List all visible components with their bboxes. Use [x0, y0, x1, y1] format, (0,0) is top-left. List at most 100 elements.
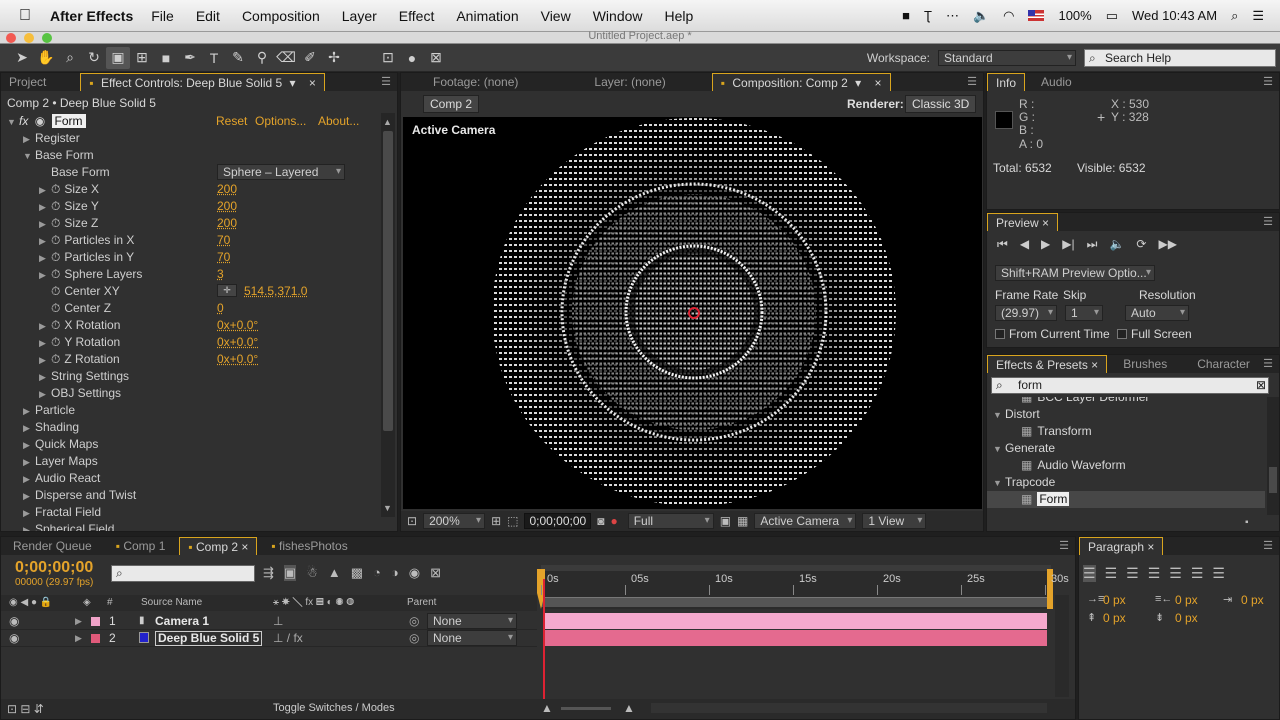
param-value[interactable]: 3	[217, 266, 224, 283]
zoom-slider[interactable]	[561, 707, 611, 710]
param-row[interactable]: ▶ ⏱ Size X 200	[39, 181, 379, 198]
expand-icon[interactable]: ▼	[993, 407, 1005, 424]
effects-close-icon[interactable]: ×	[1091, 358, 1098, 372]
zoom-in-icon[interactable]: ▲	[623, 701, 635, 715]
time-ruler[interactable]: 0s 05s 10s 15s 20s 25s 30s	[537, 565, 1069, 609]
indent-left-value[interactable]: 0 px	[1103, 593, 1126, 607]
effects-scrollbar[interactable]	[1267, 397, 1279, 515]
param-value[interactable]: 0x+0.0°	[217, 351, 258, 368]
last-frame-icon[interactable]: ⏭	[1087, 237, 1098, 252]
toggle-switches-modes-button[interactable]: Toggle Switches / Modes	[273, 702, 395, 714]
current-time-indicator[interactable]	[543, 579, 545, 699]
rotate-tool-icon[interactable]: ↻	[82, 47, 106, 69]
full-screen-option[interactable]: Full Screen	[1117, 327, 1192, 341]
layer-bar-camera-1[interactable]	[545, 613, 1047, 629]
selection-tool-icon[interactable]: ➤	[10, 47, 34, 69]
expand-icon[interactable]: ▶	[39, 318, 51, 335]
reset-link[interactable]: Reset	[216, 113, 247, 130]
param-value[interactable]: 0	[217, 300, 224, 317]
frame-rate-dropdown[interactable]: (29.97)	[995, 305, 1057, 321]
effects-item[interactable]: ▦ Audio Waveform	[987, 457, 1265, 474]
group-row[interactable]: ▶ Layer Maps	[23, 453, 98, 470]
label-color-swatch[interactable]	[91, 634, 100, 643]
comp-mini-flowchart-icon[interactable]: ⇶	[263, 565, 274, 581]
info-menu-icon[interactable]: ☰	[1263, 75, 1273, 88]
param-value[interactable]: 514.5,371.0	[244, 283, 307, 300]
param-row[interactable]: ▶ ⏱ Z Rotation 0x+0.0°	[39, 351, 379, 368]
param-row[interactable]: ▶ ⏱ Size Y 200	[39, 198, 379, 215]
comp-canvas[interactable]: Active Camera	[403, 117, 982, 509]
tab-layer[interactable]: Layer: (none)	[586, 73, 673, 91]
crosshair-target-icon[interactable]: ✛	[217, 284, 237, 297]
param-row[interactable]: ▶ ⏱ Size Z 200	[39, 215, 379, 232]
graph-editor-icon[interactable]: ◑	[391, 565, 399, 581]
color-channel-icon[interactable]: ●	[610, 514, 617, 528]
expand-icon[interactable]: ▶	[23, 471, 35, 488]
effects-item[interactable]: ▦ Transform	[987, 423, 1265, 440]
workspace-dropdown[interactable]: Standard	[938, 49, 1076, 66]
group-row[interactable]: ▶ Spherical Field	[23, 521, 114, 531]
expand-icon[interactable]: ▶	[23, 403, 35, 420]
timeline-vertical-scrollbar[interactable]	[1055, 595, 1069, 697]
more-icon[interactable]: ⋯	[946, 8, 959, 24]
puppet-tool-icon[interactable]: ✢	[322, 47, 346, 69]
menu-file[interactable]: File	[151, 8, 174, 24]
menu-edit[interactable]: Edit	[196, 8, 220, 24]
stopwatch-icon[interactable]: ⏱	[51, 233, 60, 247]
visibility-icon[interactable]: ◉	[9, 613, 19, 629]
visibility-icon[interactable]: ◉	[9, 630, 19, 646]
switches-header-icon[interactable]: ⚹ ☀ ╲ fx ▤ ◐ ◉ ◍	[273, 595, 354, 611]
zoom-out-icon[interactable]: ▲	[541, 701, 553, 715]
work-area-range[interactable]	[541, 597, 1051, 607]
always-preview-icon[interactable]: ⊡	[407, 514, 417, 528]
menu-window[interactable]: Window	[593, 8, 643, 24]
expand-icon[interactable]: ▶	[23, 488, 35, 505]
menu-help[interactable]: Help	[665, 8, 694, 24]
menu-view[interactable]: View	[541, 8, 571, 24]
layer-name[interactable]: Deep Blue Solid 5	[155, 631, 263, 646]
param-value[interactable]: 0x+0.0°	[217, 334, 258, 351]
layer-bar-deep-blue-solid-5[interactable]	[545, 630, 1047, 646]
effect-toggle-icon[interactable]: ◉	[35, 114, 45, 128]
timeline-horizontal-scrollbar[interactable]	[651, 703, 1047, 713]
base-form-dropdown[interactable]: Sphere – Layered	[217, 164, 345, 180]
scroll-thumb[interactable]	[383, 131, 393, 431]
effect-row-form[interactable]: ▼ fx ◉ Form Reset Options... About...	[7, 113, 381, 130]
effects-item[interactable]: ▦ BCC Layer Deformer	[987, 397, 1265, 406]
draft-3d-icon[interactable]: ▣	[283, 565, 297, 581]
panel-menu-icon[interactable]: ☰	[381, 75, 391, 88]
param-value[interactable]: 70	[217, 249, 230, 266]
expand-icon[interactable]: ▶	[23, 505, 35, 522]
full-screen-checkbox[interactable]	[1117, 329, 1127, 339]
tab-effects-presets[interactable]: Effects & Presets ×	[987, 355, 1108, 373]
param-row[interactable]: ⏱ Center Z 0	[39, 300, 379, 317]
play-icon[interactable]: ▶	[1041, 237, 1050, 252]
timeline-close-icon[interactable]: ×	[241, 540, 248, 554]
close-window-button[interactable]	[6, 33, 16, 43]
frame-blending-icon[interactable]: ▲	[328, 565, 341, 581]
effects-scroll-thumb[interactable]	[1269, 467, 1277, 493]
current-time-display[interactable]: 0;00;00;00	[15, 559, 93, 577]
camera-tool-icon[interactable]: ▣	[106, 46, 130, 69]
pen-tool-icon[interactable]: ✒	[178, 47, 202, 69]
group-row[interactable]: ▶ Fractal Field	[23, 504, 101, 521]
keyframe-assistant-icon[interactable]: ⊠	[430, 565, 441, 581]
stopwatch-icon[interactable]: ⏱	[51, 301, 60, 315]
expand-icon[interactable]: ▶	[75, 630, 82, 646]
comp-panel-menu-icon[interactable]: ☰	[967, 75, 977, 88]
stopwatch-icon[interactable]: ⏱	[51, 335, 60, 349]
next-frame-icon[interactable]: ▶|	[1062, 237, 1074, 252]
pan-behind-tool-icon[interactable]: ⊞	[130, 47, 154, 69]
comp-lock-icon[interactable]: ▪	[721, 76, 725, 90]
parent-dropdown[interactable]: None	[427, 630, 517, 646]
from-current-time-checkbox[interactable]	[995, 329, 1005, 339]
stopwatch-icon[interactable]: ⏱	[51, 182, 60, 196]
effects-search-field[interactable]: ⌕ form ⊠	[991, 377, 1269, 394]
justify-center-icon[interactable]: ☰	[1169, 565, 1182, 582]
new-folder-icon[interactable]: ▪	[1245, 517, 1249, 528]
expand-icon[interactable]: ▶	[23, 522, 35, 531]
justify-right-icon[interactable]: ☰	[1191, 565, 1204, 582]
renderer-button[interactable]: Classic 3D	[905, 95, 977, 113]
expand-icon[interactable]: ▶	[39, 250, 51, 267]
world-axis-icon[interactable]: ●	[400, 47, 424, 69]
